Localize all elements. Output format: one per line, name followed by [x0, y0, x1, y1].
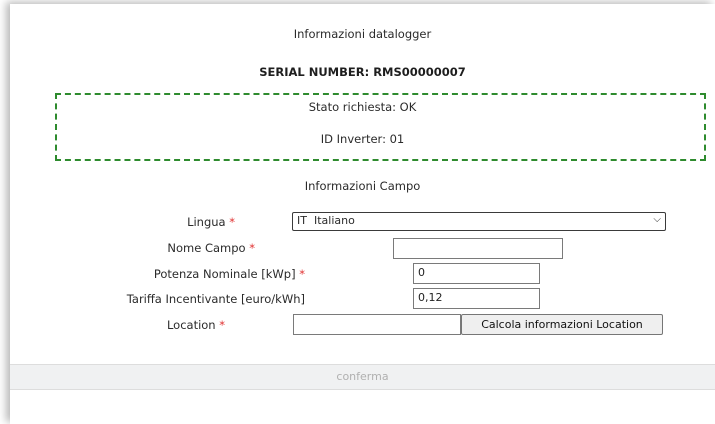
confirm-button[interactable]: conferma	[10, 364, 715, 390]
location-label: Location *	[166, 318, 225, 332]
lingua-select[interactable]: IT Italiano ⌵	[292, 212, 666, 231]
required-mark: *	[299, 267, 305, 281]
required-mark: *	[249, 241, 255, 255]
location-input[interactable]	[293, 314, 461, 335]
potenza-label: Potenza Nominale [kWp] *	[153, 267, 305, 281]
calcola-location-button[interactable]: Calcola informazioni Location	[461, 314, 663, 335]
campo-title: Informazioni Campo	[304, 179, 421, 193]
required-mark: *	[219, 318, 225, 332]
tariffa-label: Tariffa Incentivante [euro/kWh]	[126, 292, 305, 306]
lingua-value: Italiano	[313, 214, 355, 227]
chevron-down-icon: ⌵	[653, 214, 661, 225]
datalogger-panel: Informazioni datalogger SERIAL NUMBER: R…	[10, 4, 715, 424]
request-status: Stato richiesta: OK	[308, 100, 417, 114]
required-mark: *	[229, 215, 235, 229]
nome-campo-input[interactable]	[393, 238, 563, 259]
datalogger-title: Informazioni datalogger	[293, 27, 432, 41]
inverter-id: ID Inverter: 01	[320, 132, 405, 146]
tariffa-input[interactable]: 0,12	[413, 288, 540, 309]
nome-campo-label: Nome Campo *	[167, 241, 255, 255]
lingua-label: Lingua *	[187, 215, 235, 229]
potenza-input[interactable]: 0	[413, 263, 540, 284]
flag-it-icon: IT	[297, 214, 307, 227]
serial-number: SERIAL NUMBER: RMS00000007	[259, 65, 466, 79]
